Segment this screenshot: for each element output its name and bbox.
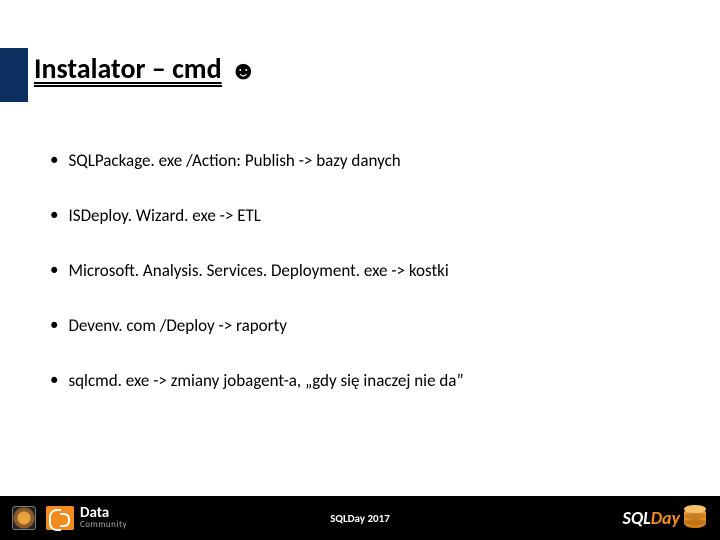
- footer-left: Data Community: [12, 506, 127, 530]
- smiley-icon: ☻: [230, 54, 257, 86]
- footer-center-text: SQLDay 2017: [330, 512, 390, 525]
- footer-right: SQLDay: [623, 506, 707, 530]
- dc-text-small: Community: [80, 521, 127, 529]
- database-icon: [684, 506, 706, 530]
- sqlday-sql: SQL: [623, 507, 651, 529]
- title-wrap: Instalator – cmd ☻: [34, 54, 257, 87]
- title-accent-box: [0, 48, 28, 102]
- list-item: Microsoft. Analysis. Services. Deploymen…: [50, 260, 680, 281]
- dc-mark-icon: [46, 506, 74, 530]
- bullet-text: Devenv. com /Deploy -> raporty: [68, 315, 287, 336]
- sqlday-logo: SQLDay: [623, 506, 707, 530]
- emblem-icon: [12, 506, 36, 530]
- footer-bar: Data Community SQLDay 2017 SQLDay: [0, 496, 720, 540]
- bullet-text: sqlcmd. exe -> zmiany jobagent-a, „gdy s…: [68, 370, 463, 391]
- list-item: ISDeploy. Wizard. exe -> ETL: [50, 205, 680, 226]
- data-community-logo: Data Community: [46, 506, 127, 530]
- bullet-list: SQLPackage. exe /Action: Publish -> bazy…: [50, 150, 680, 425]
- bullet-text: ISDeploy. Wizard. exe -> ETL: [68, 205, 260, 226]
- dc-text: Data Community: [80, 507, 127, 529]
- list-item: SQLPackage. exe /Action: Publish -> bazy…: [50, 150, 680, 171]
- sqlday-text: SQLDay: [623, 507, 681, 529]
- list-item: Devenv. com /Deploy -> raporty: [50, 315, 680, 336]
- slide: Instalator – cmd ☻ SQLPackage. exe /Acti…: [0, 0, 720, 540]
- bullet-text: SQLPackage. exe /Action: Publish -> bazy…: [68, 150, 400, 171]
- sqlday-day: Day: [651, 507, 680, 529]
- list-item: sqlcmd. exe -> zmiany jobagent-a, „gdy s…: [50, 370, 680, 391]
- top-band: [0, 0, 720, 48]
- slide-title: Instalator – cmd: [34, 54, 222, 87]
- bullet-text: Microsoft. Analysis. Services. Deploymen…: [68, 260, 448, 281]
